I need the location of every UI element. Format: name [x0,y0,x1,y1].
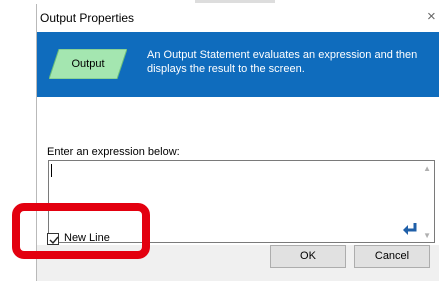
scroll-up-icon[interactable]: ▲ [423,164,431,173]
new-line-label: New Line [64,232,110,244]
output-properties-dialog: Output Properties × Output An Output Sta… [36,4,439,281]
info-banner: Output An Output Statement evaluates an … [37,32,439,97]
cancel-button[interactable]: Cancel [354,245,430,268]
expression-prompt: Enter an expression below: [47,146,180,158]
check-icon [49,236,59,245]
title-bar: Output Properties × [37,4,439,32]
output-shape-label: Output [71,58,105,70]
expression-input[interactable]: ▲ ▼ [48,160,435,243]
scroll-down-icon[interactable]: ▼ [423,231,431,240]
close-icon[interactable]: × [427,8,439,26]
banner-description: An Output Statement evaluates an express… [147,49,418,75]
new-line-checkbox[interactable] [47,233,59,245]
text-caret [51,164,52,177]
enter-arrow-icon [402,222,418,236]
ok-button[interactable]: OK [270,245,346,268]
dialog-title: Output Properties [40,11,135,25]
background-line [195,0,275,3]
output-shape-icon: Output [49,49,127,79]
dialog-content: Enter an expression below: ▲ ▼ [37,97,439,245]
